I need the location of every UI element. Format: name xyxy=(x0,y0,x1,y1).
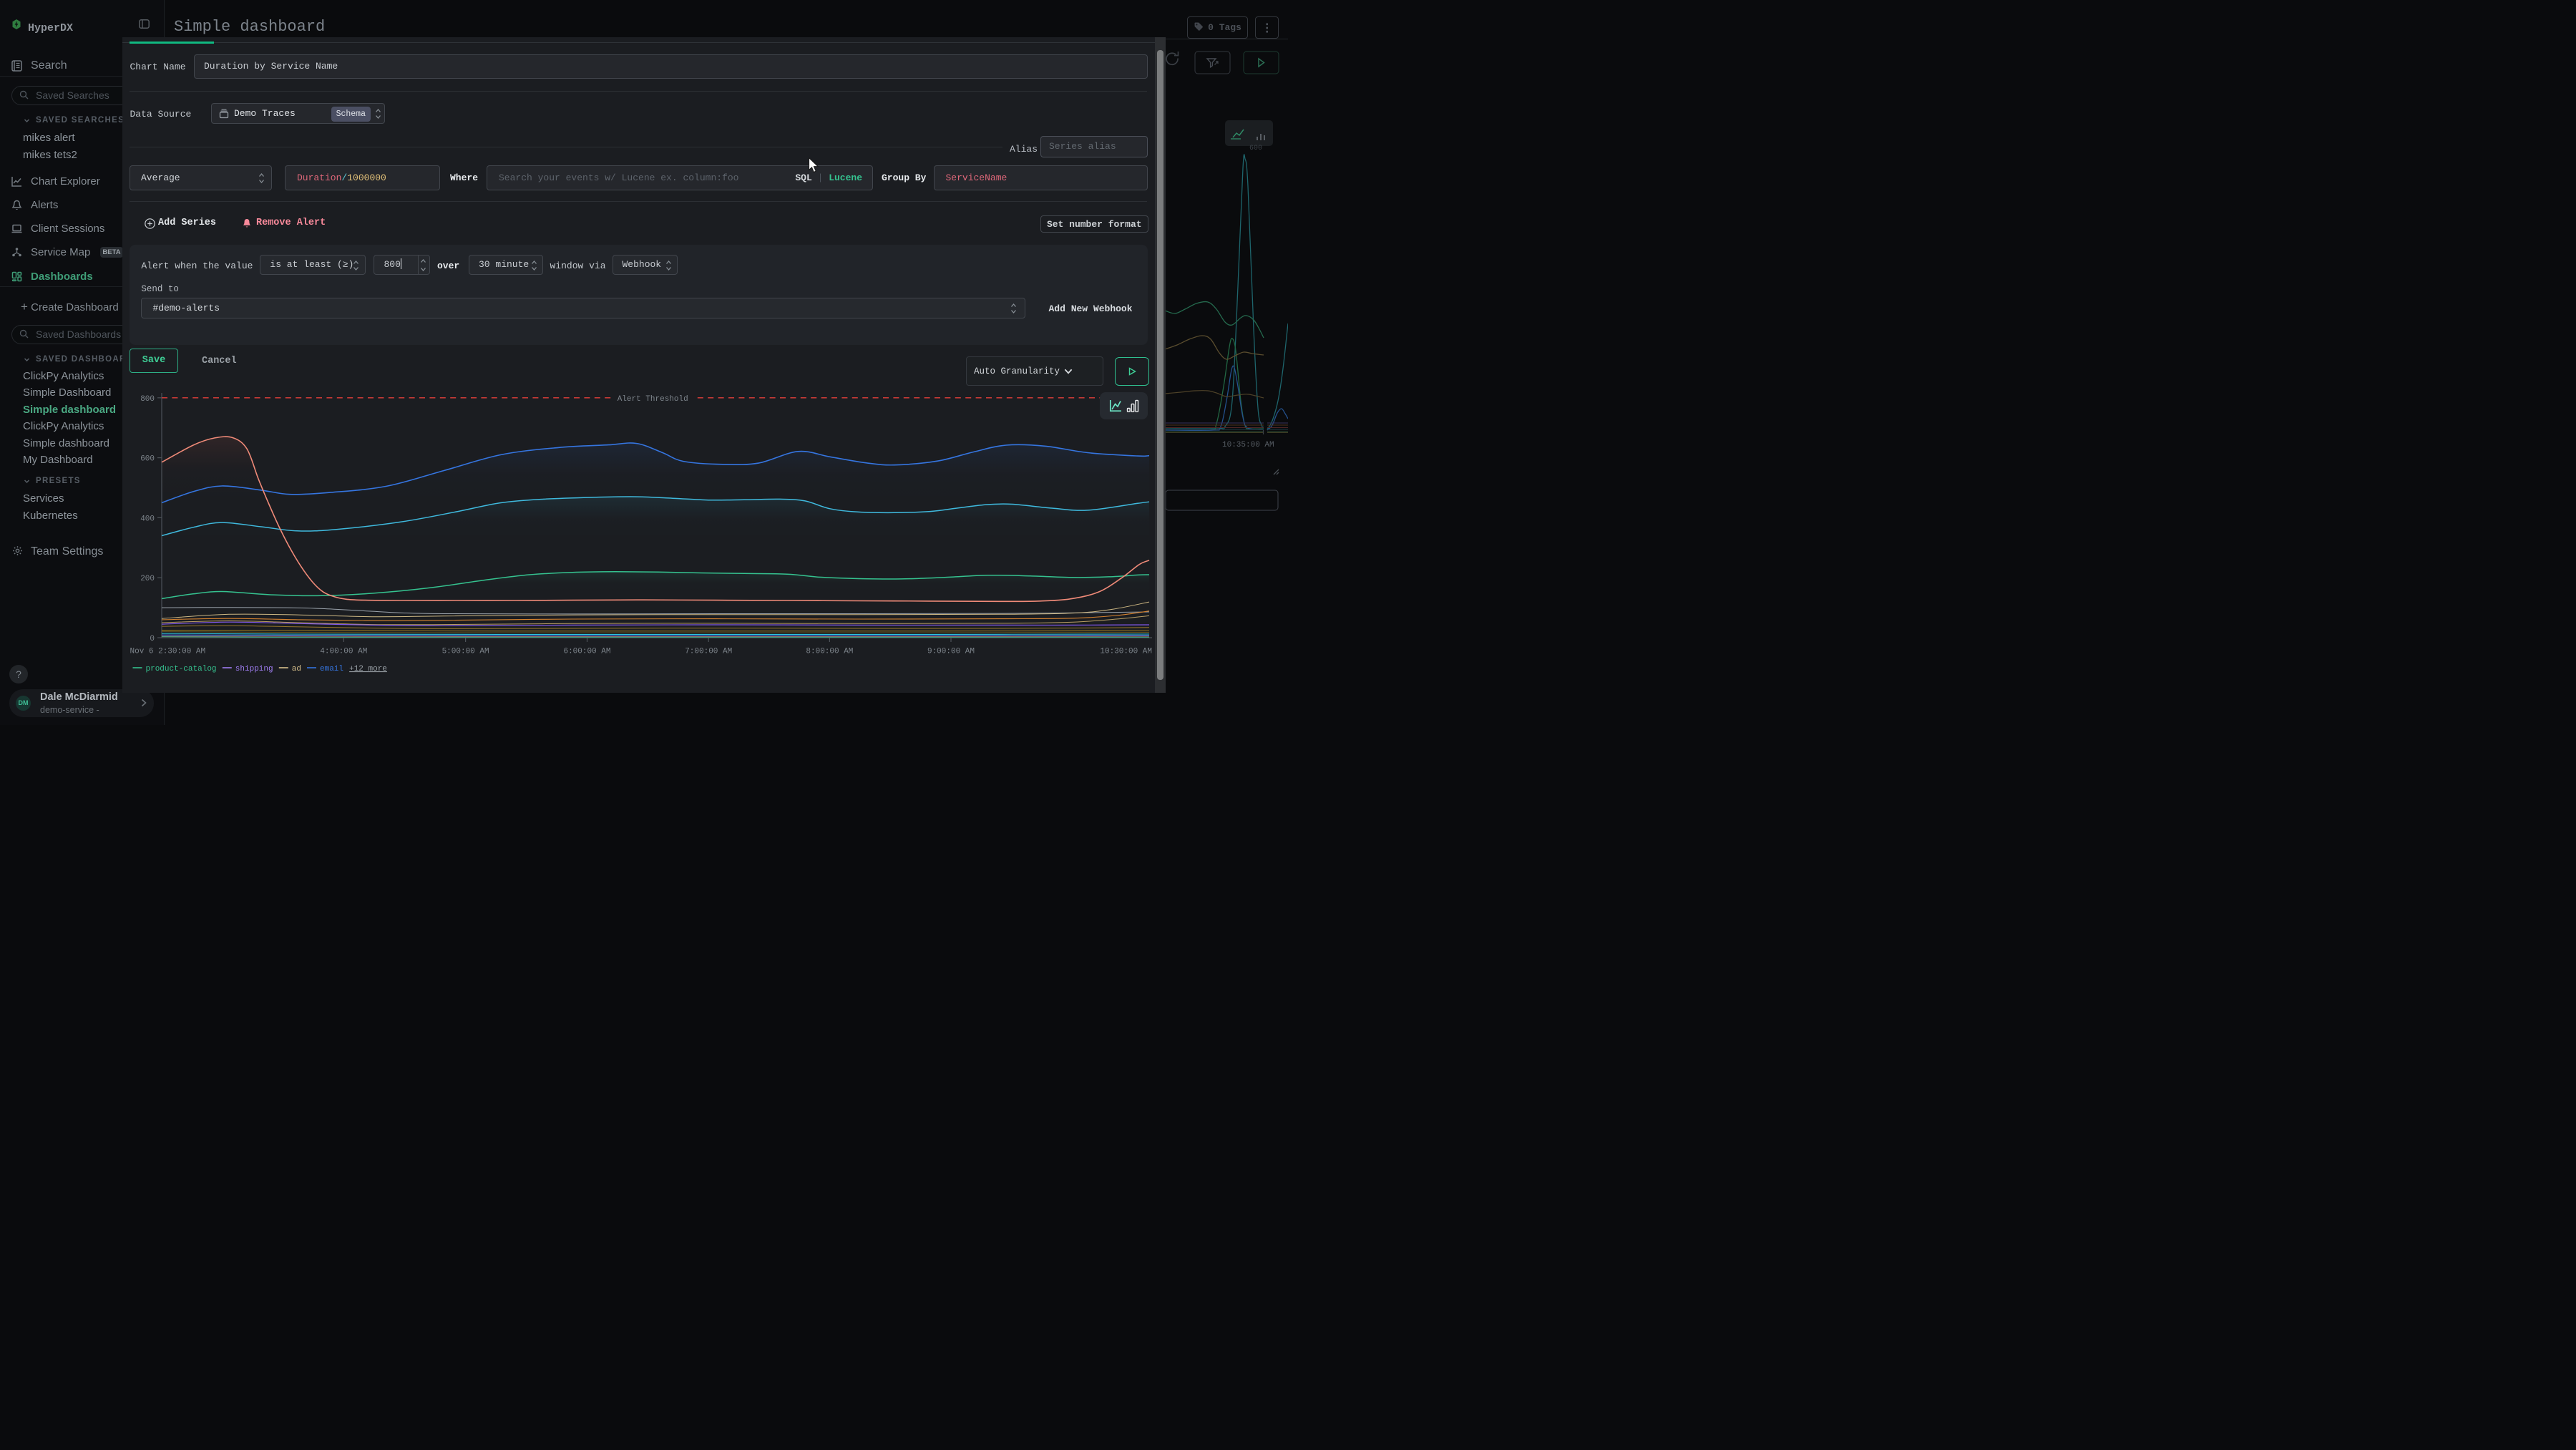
svg-text:shipping: shipping xyxy=(235,665,273,673)
svg-text:Alert Threshold: Alert Threshold xyxy=(618,395,688,404)
svg-text:Nov 6 2:30:00 AM: Nov 6 2:30:00 AM xyxy=(130,648,206,656)
svg-text:4:00:00 AM: 4:00:00 AM xyxy=(320,648,367,656)
svg-text:6:00:00 AM: 6:00:00 AM xyxy=(563,648,610,656)
svg-text:600: 600 xyxy=(140,455,155,464)
svg-text:600: 600 xyxy=(1249,145,1262,152)
svg-text:8:00:00 AM: 8:00:00 AM xyxy=(806,648,853,656)
svg-text:9:00:00 AM: 9:00:00 AM xyxy=(927,648,975,656)
svg-text:product-catalog: product-catalog xyxy=(146,665,217,673)
svg-text:0: 0 xyxy=(150,635,155,643)
svg-text:400: 400 xyxy=(140,515,155,523)
svg-text:email: email xyxy=(320,665,343,673)
svg-text:200: 200 xyxy=(140,575,155,583)
svg-text:10:35:00 AM: 10:35:00 AM xyxy=(1222,441,1274,449)
svg-text:10:30:00 AM: 10:30:00 AM xyxy=(1100,648,1152,656)
svg-text:+12 more: +12 more xyxy=(349,665,387,673)
svg-text:7:00:00 AM: 7:00:00 AM xyxy=(685,648,732,656)
svg-text:5:00:00 AM: 5:00:00 AM xyxy=(442,648,489,656)
svg-text:ad: ad xyxy=(292,665,301,673)
svg-text:800: 800 xyxy=(140,395,155,404)
